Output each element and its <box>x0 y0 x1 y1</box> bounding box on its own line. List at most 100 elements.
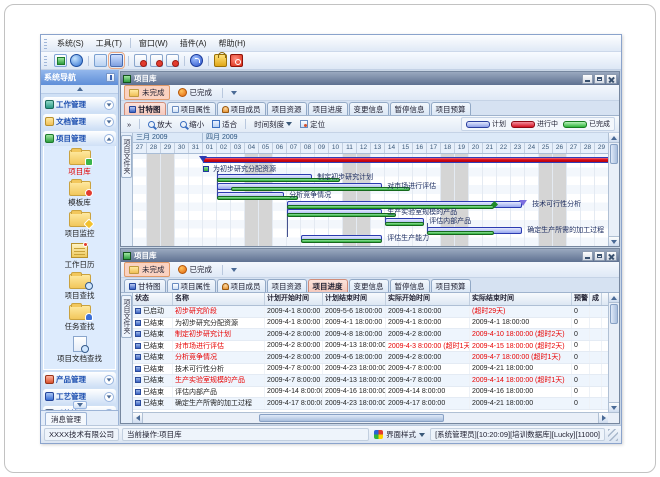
globe-icon[interactable] <box>70 54 83 67</box>
filter-more-button[interactable] <box>231 268 237 272</box>
sidebar-group-产品管理[interactable]: 产品管理 <box>43 372 116 387</box>
filter-已完成[interactable]: 已完成 <box>173 85 218 100</box>
sidebar-item-工作日历[interactable]: 工作日历 <box>44 241 115 272</box>
scroll-thumb[interactable] <box>259 414 444 422</box>
minimize-button[interactable] <box>582 74 593 84</box>
report-icon[interactable] <box>166 54 179 67</box>
chevron-down-icon[interactable] <box>104 375 114 385</box>
chevron-down-icon[interactable] <box>104 117 114 127</box>
actual-bar[interactable] <box>287 213 396 217</box>
column-header-成[interactable]: 成 <box>590 293 602 305</box>
column-header-预警[interactable]: 预警 <box>572 293 590 305</box>
fit-button[interactable]: 适合 <box>210 118 239 131</box>
zoom-out-button[interactable]: 缩小 <box>178 118 206 131</box>
timescale-dropdown[interactable]: 时间刻度 <box>252 118 294 131</box>
sidebar-item-任务查找[interactable]: 任务查找 <box>44 303 115 334</box>
summary-bar[interactable] <box>203 157 608 163</box>
gantt-vertical-scrollbar[interactable] <box>608 133 619 246</box>
column-header-实际结束时间[interactable]: 实际结束时间 <box>470 293 572 305</box>
tab-暂停信息[interactable]: 暂停信息 <box>390 102 430 115</box>
chevron-up-icon[interactable] <box>104 134 114 144</box>
help-icon[interactable] <box>190 54 203 67</box>
tab-项目进度[interactable]: 项目进度 <box>308 279 348 292</box>
scroll-left-arrow[interactable] <box>133 413 143 423</box>
scroll-up-arrow[interactable] <box>609 133 619 143</box>
table-row[interactable]: 已结束确定生产所需的加工过程2009-4-17 8:00:002009-4-23… <box>133 398 619 410</box>
column-header-名称[interactable]: 名称 <box>173 293 265 305</box>
table-row[interactable]: 已结束生产实验室规模的产品2009-4-7 8:00:002009-4-13 1… <box>133 375 619 387</box>
tab-项目进度[interactable]: 项目进度 <box>308 102 348 115</box>
scroll-down-arrow[interactable] <box>609 236 619 246</box>
tab-变更信息[interactable]: 变更信息 <box>349 279 389 292</box>
sidebar-item-项目文档查找[interactable]: 项目文档查找 <box>44 334 115 366</box>
menu-item[interactable]: 窗口(W) <box>133 37 174 50</box>
table-vertical-scrollbar[interactable] <box>608 293 619 412</box>
menu-item[interactable]: 帮助(H) <box>212 37 251 50</box>
gantt-chart[interactable]: 三月 2009四月 2009 2728293031010203040506070… <box>133 133 619 246</box>
actual-bar[interactable] <box>287 205 494 209</box>
column-header-计划结束时间[interactable]: 计划结束时间 <box>323 293 386 305</box>
save-icon[interactable] <box>110 54 123 67</box>
actual-bar[interactable] <box>301 239 382 243</box>
filter-已完成[interactable]: 已完成 <box>173 262 218 277</box>
tab-项目资源[interactable]: 项目资源 <box>267 279 307 292</box>
tab-项目属性[interactable]: 项目属性 <box>167 279 216 292</box>
ui-style-button[interactable]: 界面样式 <box>372 429 427 440</box>
chevron-down-icon[interactable] <box>104 100 114 110</box>
milestone-marker[interactable] <box>203 166 209 172</box>
folder-icon2[interactable] <box>94 54 107 67</box>
scroll-up-arrow[interactable] <box>609 293 619 303</box>
message-management-tab[interactable]: 消息管理 <box>41 410 118 425</box>
menu-item[interactable]: 插件(A) <box>174 37 213 50</box>
actual-bar[interactable] <box>231 187 410 191</box>
resize-grip[interactable] <box>608 429 618 441</box>
actual-bar[interactable] <box>385 222 424 226</box>
new-icon[interactable] <box>54 54 67 67</box>
tab-项目成员[interactable]: 项目成员 <box>217 279 266 292</box>
sidebar-item-项目库[interactable]: 项目库 <box>44 148 115 179</box>
zoom-in-button[interactable]: 放大 <box>146 118 174 131</box>
restore-button[interactable] <box>594 74 605 84</box>
tab-项目成员[interactable]: 项目成员 <box>217 102 266 115</box>
column-header-计划开始时间[interactable]: 计划开始时间 <box>265 293 323 305</box>
column-header-实际开始时间[interactable]: 实际开始时间 <box>386 293 470 305</box>
sidebar-group-工作管理[interactable]: 工作管理 <box>43 97 116 112</box>
tab-暂停信息[interactable]: 暂停信息 <box>390 279 430 292</box>
actual-bar[interactable] <box>427 231 494 235</box>
report-icon[interactable] <box>134 54 147 67</box>
restore-button[interactable] <box>594 251 605 261</box>
project-folder-side-tab[interactable]: 项目文件夹 <box>121 293 133 423</box>
table-horizontal-scrollbar[interactable] <box>133 412 619 423</box>
scroll-down-arrow[interactable] <box>609 402 619 412</box>
scroll-thumb[interactable] <box>610 304 618 324</box>
sidebar-group-文档管理[interactable]: 文档管理 <box>43 114 116 129</box>
menu-item[interactable]: 工具(T) <box>90 37 128 50</box>
filter-未完成[interactable]: 未完成 <box>124 85 170 100</box>
actual-bar[interactable] <box>217 196 298 200</box>
chevron-down-icon[interactable] <box>104 392 114 402</box>
sidebar-item-项目查找[interactable]: 项目查找 <box>44 272 115 303</box>
sidebar-group-项目管理[interactable]: 项目管理 <box>43 131 116 146</box>
table-body[interactable]: 已启动初步研究阶段2009-4-1 8:00:002009-5-6 18:00:… <box>133 306 619 412</box>
scroll-right-arrow[interactable] <box>598 413 608 423</box>
project-folder-side-tab[interactable]: 项目文件夹 <box>121 133 133 246</box>
column-header-状态[interactable]: 状态 <box>133 293 173 305</box>
chevron-down-icon[interactable] <box>104 409 114 411</box>
toolbar-grip[interactable] <box>44 55 47 66</box>
menubar-grip[interactable] <box>44 38 47 49</box>
table-row[interactable]: 已结束评估内部产品2009-4-14 8:00:002009-4-16 18:0… <box>133 387 619 399</box>
power-icon[interactable] <box>230 54 243 67</box>
sidebar-overflow-button[interactable] <box>73 401 87 409</box>
table-row[interactable]: 已结束分析竞争情况2009-4-2 8:00:002009-4-6 18:00:… <box>133 352 619 364</box>
toolbar-more-button[interactable]: » <box>125 119 133 130</box>
tab-项目预算[interactable]: 项目预算 <box>431 102 471 115</box>
table-row[interactable]: 已结束技术可行性分析2009-4-7 8:00:002009-4-23 18:0… <box>133 364 619 376</box>
tab-甘特图[interactable]: 甘特图 <box>124 102 166 115</box>
close-button[interactable] <box>606 251 617 261</box>
table-row[interactable]: 已结束制定初步研究计划2009-4-2 8:00:002009-4-8 18:0… <box>133 329 619 341</box>
tab-项目资源[interactable]: 项目资源 <box>267 102 307 115</box>
report-icon[interactable] <box>150 54 163 67</box>
filter-more-button[interactable] <box>231 91 237 95</box>
table-row[interactable]: 已结束为初步研究分配资源2009-4-1 8:00:002009-4-1 18:… <box>133 318 619 330</box>
tab-项目预算[interactable]: 项目预算 <box>431 279 471 292</box>
